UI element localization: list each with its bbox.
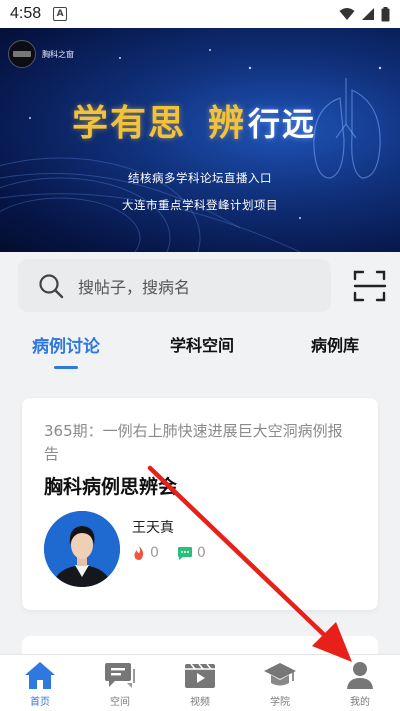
nav-item-video[interactable]: 视频 xyxy=(160,655,240,711)
nav-item-space[interactable]: 空间 xyxy=(80,655,160,711)
avatar[interactable] xyxy=(44,511,120,587)
banner-title-part1: 学有思 xyxy=(72,102,187,144)
nav-label-academy: 学院 xyxy=(270,697,290,708)
scan-qr-icon[interactable] xyxy=(352,268,388,304)
tab-case-library[interactable]: 病例库 xyxy=(311,332,359,356)
nav-label-home: 首页 xyxy=(30,697,50,708)
search-icon xyxy=(39,273,64,298)
comment-icon xyxy=(177,546,192,560)
flame-icon xyxy=(134,546,144,560)
banner-title-part2: 辨 xyxy=(208,102,247,144)
tab-discipline-space[interactable]: 学科空间 xyxy=(170,332,234,356)
banner-logo: 胸科之窗 xyxy=(8,40,74,68)
likes-count: 0 xyxy=(150,545,159,561)
nav-item-academy[interactable]: 学院 xyxy=(240,655,320,711)
user-icon xyxy=(347,662,373,689)
status-icons xyxy=(339,6,390,22)
author-name: 王天真 xyxy=(132,520,174,536)
bottom-nav: 首页 空间 视频 学院 我的 xyxy=(0,654,400,711)
wifi-icon xyxy=(339,8,355,20)
nav-label-video: 视频 xyxy=(190,697,210,708)
comments-stat[interactable]: 0 xyxy=(177,545,206,561)
status-time: 4:58 xyxy=(10,5,42,22)
chat-icon xyxy=(105,663,135,688)
banner-subtitle-live: 结核病多学科论坛直播入口 xyxy=(128,171,272,185)
avatar-portrait xyxy=(44,511,120,587)
category-tabs: 病例讨论 学科空间 病例库 xyxy=(0,324,400,374)
post-title: 胸科病例思辨会 xyxy=(44,476,178,498)
tab-case-discussion[interactable]: 病例讨论 xyxy=(32,332,100,357)
app-screen: 4:58 A 胸科之窗 学有思 辨 行远 结核病多学科论坛直播入口 大连市重点学… xyxy=(0,0,400,711)
post-card[interactable]: 365期：一例右上肺快速进展巨大空洞病例报告 胸科病例思辨会 王天真 0 0 xyxy=(22,398,378,610)
author-info: 王天真 0 0 xyxy=(132,517,206,561)
home-icon xyxy=(25,662,55,689)
comments-count: 0 xyxy=(196,545,206,561)
signal-icon xyxy=(362,8,374,20)
post-stats: 0 0 xyxy=(132,545,206,561)
author-row: 王天真 0 0 xyxy=(44,511,206,587)
banner-subtitle-project: 大连市重点学科登峰计划项目 xyxy=(122,198,278,212)
graduation-cap-icon xyxy=(264,663,296,686)
logo-text: 胸科之窗 xyxy=(42,49,74,59)
search-input[interactable]: 搜帖子，搜病名 xyxy=(78,274,190,298)
logo-badge-icon xyxy=(8,40,36,68)
battery-icon xyxy=(381,6,390,21)
status-bar: 4:58 A xyxy=(0,0,400,28)
notification-icon: A xyxy=(53,7,68,21)
nav-item-home[interactable]: 首页 xyxy=(0,655,80,711)
banner-title: 学有思 辨 行远 xyxy=(72,94,316,146)
live-banner[interactable]: 胸科之窗 学有思 辨 行远 结核病多学科论坛直播入口 大连市重点学科登峰计划项目 xyxy=(0,28,400,252)
nav-item-mine[interactable]: 我的 xyxy=(320,655,400,711)
banner-title-part3: 行远 xyxy=(248,105,317,143)
active-tab-indicator xyxy=(54,366,78,369)
search-bar[interactable]: 搜帖子，搜病名 xyxy=(18,259,331,312)
post-subtitle: 365期：一例右上肺快速进展巨大空洞病例报告 xyxy=(44,422,343,463)
likes-stat[interactable]: 0 xyxy=(132,545,159,561)
video-icon xyxy=(185,663,215,688)
nav-label-space: 空间 xyxy=(110,697,130,708)
nav-label-mine: 我的 xyxy=(350,697,370,708)
